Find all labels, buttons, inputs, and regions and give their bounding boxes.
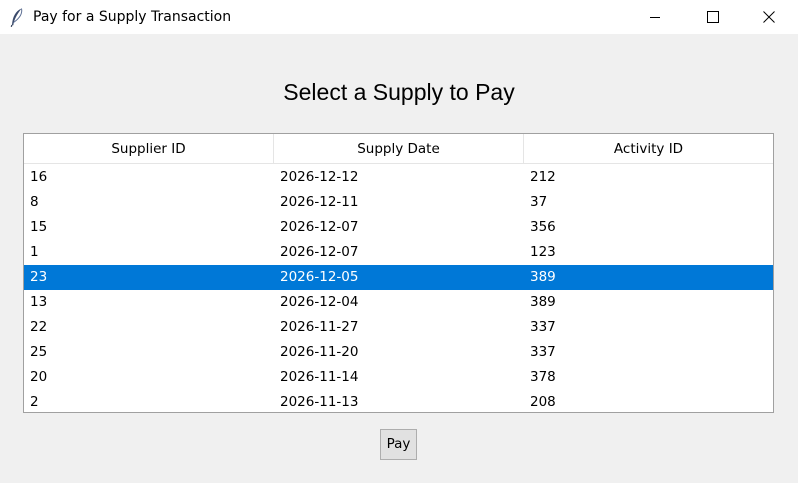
cell-activity-id: 378 [530, 369, 556, 385]
cell-activity-id: 389 [530, 269, 556, 285]
cell-supply-date: 2026-12-05 [280, 269, 359, 285]
window-title: Pay for a Supply Transaction [33, 9, 232, 25]
cell-supply-date: 2026-12-11 [280, 194, 359, 210]
cell-supplier-id: 22 [30, 319, 48, 335]
supply-table[interactable]: Supplier ID Supply Date Activity ID 16 2… [23, 133, 774, 413]
cell-supply-date: 2026-12-07 [280, 244, 359, 260]
table-row[interactable]: 8 2026-12-11 37 [24, 190, 773, 215]
close-button[interactable] [740, 0, 798, 34]
cell-supplier-id: 23 [30, 269, 48, 285]
cell-activity-id: 337 [530, 344, 556, 360]
cell-supply-date: 2026-11-27 [280, 319, 359, 335]
table-body: 16 2026-12-12 212 8 2026-12-11 37 15 202… [24, 165, 773, 415]
cell-activity-id: 337 [530, 319, 556, 335]
table-row-selected[interactable]: 23 2026-12-05 389 [24, 265, 773, 290]
cell-supplier-id: 8 [30, 194, 39, 210]
cell-supplier-id: 13 [30, 294, 48, 310]
column-header-activity-id[interactable]: Activity ID [524, 134, 773, 164]
close-icon [763, 11, 775, 23]
cell-supply-date: 2026-11-14 [280, 369, 359, 385]
cell-activity-id: 389 [530, 294, 556, 310]
pay-button[interactable]: Pay [380, 429, 417, 460]
minimize-icon [650, 17, 660, 18]
column-header-supply-date[interactable]: Supply Date [274, 134, 524, 164]
page-title: Select a Supply to Pay [283, 79, 515, 105]
cell-supply-date: 2026-11-20 [280, 344, 359, 360]
table-row[interactable]: 22 2026-11-27 337 [24, 315, 773, 340]
table-row[interactable]: 25 2026-11-20 337 [24, 340, 773, 365]
maximize-button[interactable] [684, 0, 742, 34]
cell-supply-date: 2026-11-13 [280, 394, 359, 410]
table-row[interactable]: 2 2026-11-13 208 [24, 390, 773, 415]
minimize-button[interactable] [626, 0, 684, 34]
table-row[interactable]: 15 2026-12-07 356 [24, 215, 773, 240]
table-row[interactable]: 20 2026-11-14 378 [24, 365, 773, 390]
cell-supplier-id: 20 [30, 369, 48, 385]
cell-supplier-id: 15 [30, 219, 48, 235]
cell-supplier-id: 2 [30, 394, 39, 410]
cell-activity-id: 356 [530, 219, 556, 235]
cell-activity-id: 212 [530, 169, 556, 185]
table-row[interactable]: 13 2026-12-04 389 [24, 290, 773, 315]
cell-supplier-id: 16 [30, 169, 48, 185]
cell-supplier-id: 1 [30, 244, 39, 260]
feather-icon [10, 8, 23, 27]
title-bar: Pay for a Supply Transaction [0, 0, 798, 34]
maximize-icon [707, 11, 719, 23]
cell-activity-id: 208 [530, 394, 556, 410]
cell-activity-id: 37 [530, 194, 548, 210]
table-row[interactable]: 1 2026-12-07 123 [24, 240, 773, 265]
cell-supply-date: 2026-12-12 [280, 169, 359, 185]
column-header-supplier-id[interactable]: Supplier ID [24, 134, 274, 164]
cell-supplier-id: 25 [30, 344, 48, 360]
table-row[interactable]: 16 2026-12-12 212 [24, 165, 773, 190]
cell-supply-date: 2026-12-04 [280, 294, 359, 310]
cell-activity-id: 123 [530, 244, 556, 260]
table-header: Supplier ID Supply Date Activity ID [24, 134, 773, 164]
cell-supply-date: 2026-12-07 [280, 219, 359, 235]
